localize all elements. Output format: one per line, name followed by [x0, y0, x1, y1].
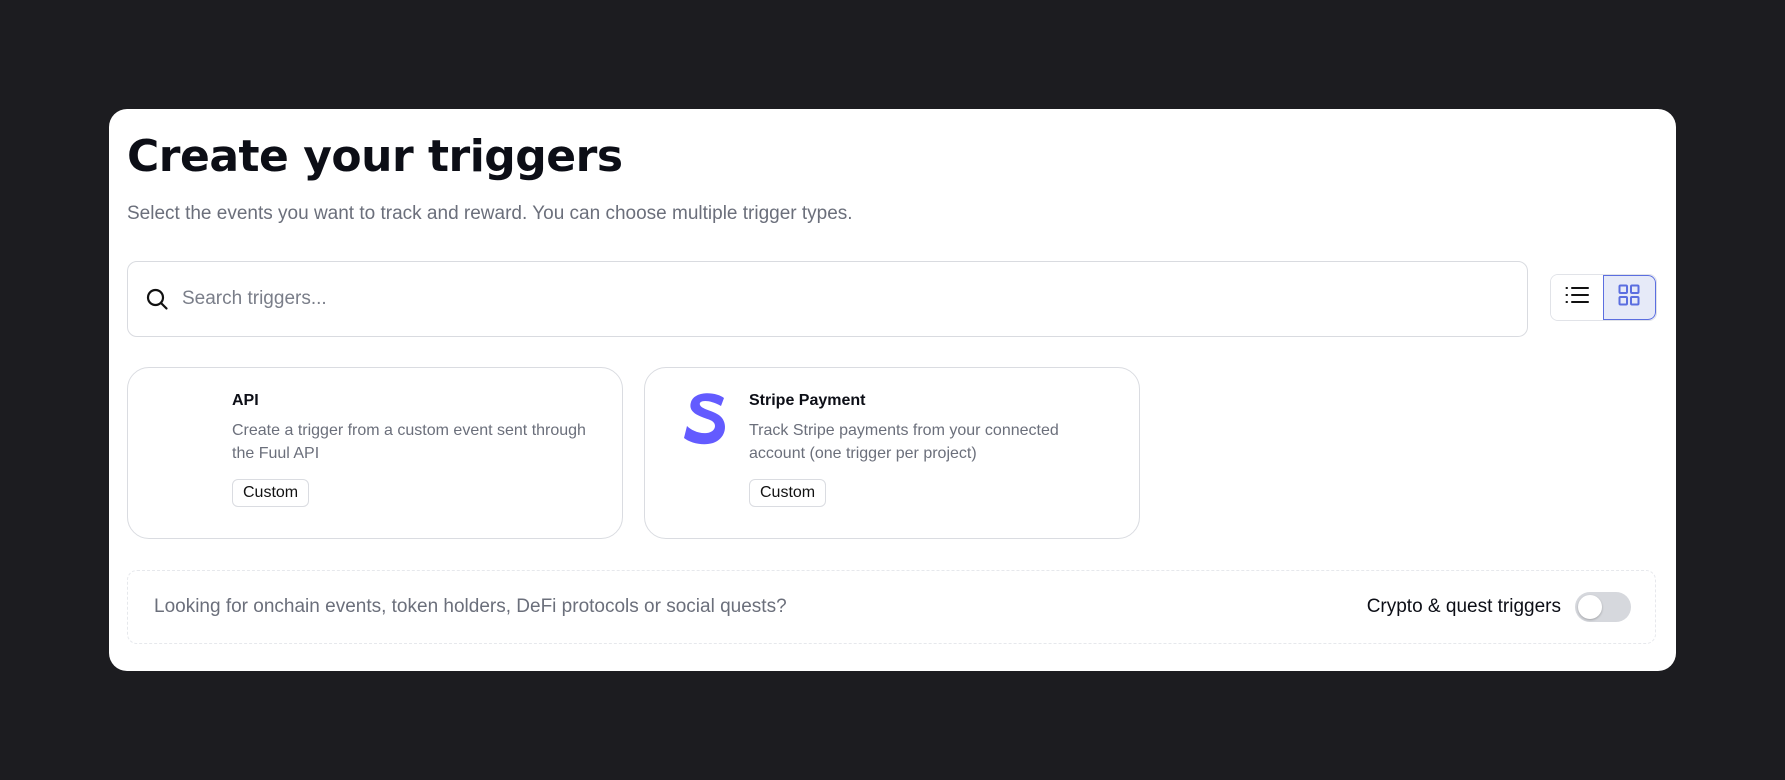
search-input[interactable]: [182, 288, 1482, 310]
crypto-quest-toggle[interactable]: [1575, 592, 1631, 622]
create-triggers-panel: Create your triggers Select the events y…: [109, 109, 1676, 671]
grid-view-button[interactable]: [1602, 275, 1656, 320]
trigger-card-api[interactable]: API Create a trigger from a custom event…: [127, 367, 623, 539]
stripe-logo-icon: [681, 388, 731, 448]
search-box[interactable]: [127, 261, 1528, 337]
trigger-card-stripe-payment[interactable]: Stripe Payment Track Stripe payments fro…: [644, 367, 1140, 539]
view-toggle: [1550, 274, 1657, 321]
grid-icon: [1618, 284, 1640, 311]
banner-text: Looking for onchain events, token holder…: [154, 596, 787, 617]
card-description: Track Stripe payments from your connecte…: [749, 422, 1059, 462]
crypto-quest-banner: Looking for onchain events, token holder…: [127, 570, 1656, 644]
card-description: Create a trigger from a custom event sen…: [232, 422, 586, 462]
page-subtitle: Select the events you want to track and …: [127, 203, 853, 224]
card-title: Stripe Payment: [749, 392, 866, 409]
card-badge: Custom: [232, 479, 310, 507]
list-view-button[interactable]: [1551, 275, 1603, 320]
page-title: Create your triggers: [127, 131, 623, 182]
toggle-knob: [1578, 595, 1602, 619]
card-title: API: [232, 392, 259, 409]
search-icon: [144, 286, 170, 312]
card-badge: Custom: [749, 479, 827, 507]
toggle-label: Crypto & quest triggers: [1366, 596, 1561, 617]
list-icon: [1565, 285, 1589, 310]
